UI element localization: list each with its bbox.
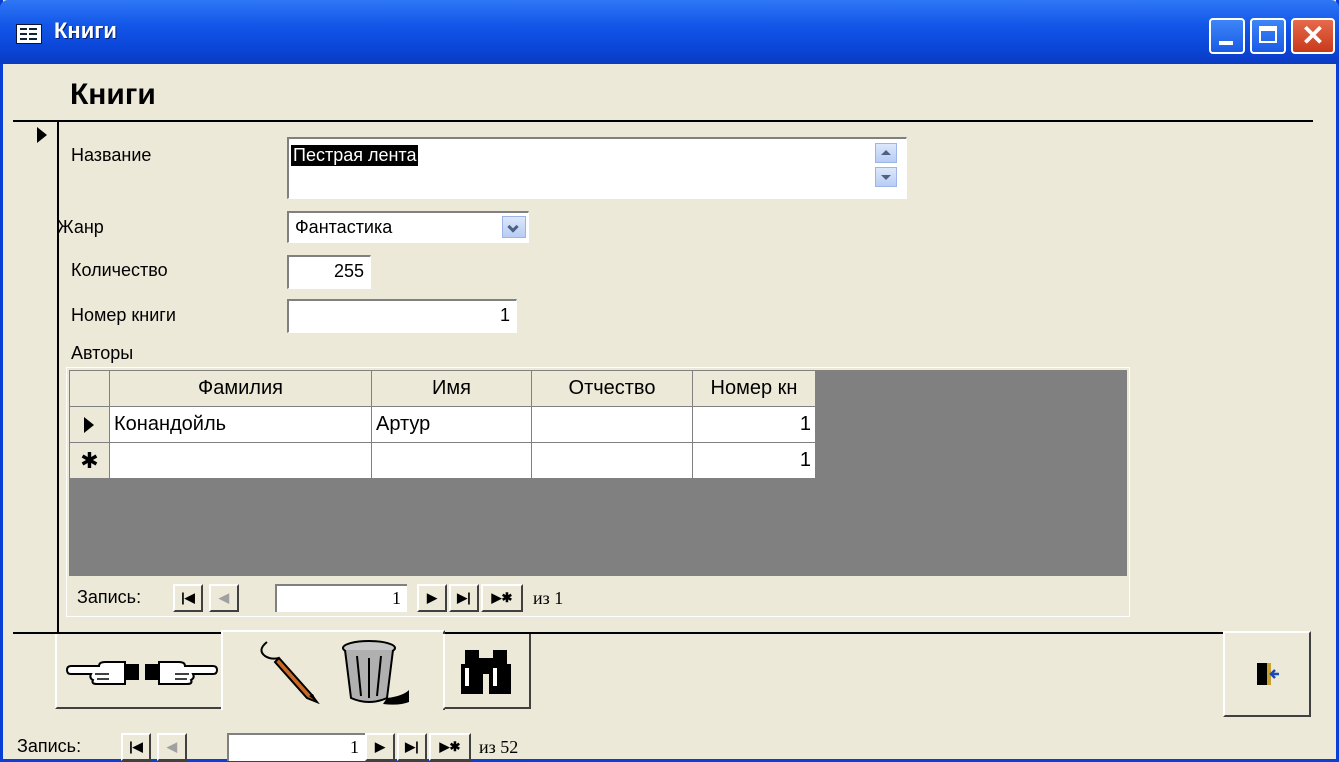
first-name-cell[interactable]: Артур xyxy=(371,406,532,443)
current-row-arrow-icon xyxy=(84,416,94,433)
next-record-button[interactable]: ▶ xyxy=(365,733,395,761)
next-record-button[interactable]: ▶ xyxy=(417,584,447,612)
new-record-button[interactable]: ▶✱ xyxy=(481,584,523,612)
quantity-value: 255 xyxy=(333,261,364,281)
genre-label: Жанр xyxy=(57,217,104,237)
prev-record-button[interactable]: ◀ xyxy=(157,733,187,761)
record-nav-label: Запись: xyxy=(77,587,142,607)
exit-button[interactable] xyxy=(1223,631,1311,717)
tab-navigation[interactable] xyxy=(55,634,223,709)
tab-edit[interactable] xyxy=(221,630,445,710)
patronymic-cell[interactable] xyxy=(531,442,693,479)
scroll-down-button[interactable] xyxy=(875,167,897,187)
quantity-label: Количество xyxy=(71,260,168,280)
close-button[interactable]: ✕ xyxy=(1291,18,1335,54)
new-record-row: ✱ 1 xyxy=(69,442,816,479)
column-header[interactable]: Фамилия xyxy=(109,370,372,407)
book-no-cell[interactable]: 1 xyxy=(692,442,816,479)
corner-cell[interactable] xyxy=(69,370,110,407)
name-label: Название xyxy=(71,145,152,165)
name-field[interactable]: Пестрая лента xyxy=(287,137,907,199)
close-icon: ✕ xyxy=(1301,20,1325,51)
first-record-button[interactable]: |◀ xyxy=(173,584,203,612)
pointing-hand-right-icon[interactable] xyxy=(143,654,219,690)
form-header: Книги xyxy=(70,78,156,111)
prev-record-button[interactable]: ◀ xyxy=(209,584,239,612)
window-title: Книги xyxy=(54,18,117,43)
pointing-hand-left-icon[interactable] xyxy=(65,654,141,690)
surname-cell[interactable]: Конандойль xyxy=(109,406,372,443)
book-no-cell[interactable]: 1 xyxy=(692,406,816,443)
minimize-icon xyxy=(1219,41,1233,45)
chevron-down-icon[interactable] xyxy=(502,216,526,238)
tab-search[interactable] xyxy=(443,634,531,709)
authors-label: Авторы xyxy=(71,343,134,363)
trash-can-icon[interactable] xyxy=(339,638,411,706)
subform-record-navigator: Запись: |◀ ◀ 1 ▶ ▶| ▶✱ из 1 xyxy=(77,584,677,612)
maximize-button[interactable] xyxy=(1250,18,1286,54)
record-nav-label: Запись: xyxy=(17,736,82,756)
minimize-button[interactable] xyxy=(1209,18,1245,54)
genre-value: Фантастика xyxy=(295,217,393,237)
new-record-button[interactable]: ▶✱ xyxy=(429,733,471,761)
column-header[interactable]: Отчество xyxy=(531,370,693,407)
new-record-icon: ✱ xyxy=(80,447,99,473)
column-header[interactable]: Номер кн xyxy=(692,370,816,407)
record-count: из 1 xyxy=(533,588,564,608)
form-icon xyxy=(16,24,42,44)
maximize-icon xyxy=(1259,26,1277,43)
book-number-field[interactable]: 1 xyxy=(287,299,517,333)
quantity-field[interactable]: 255 xyxy=(287,255,371,289)
row-selector[interactable]: ✱ xyxy=(69,442,110,479)
current-record-input[interactable]: 1 xyxy=(275,584,407,612)
binoculars-icon[interactable] xyxy=(459,644,515,700)
row-selector[interactable] xyxy=(69,406,110,443)
patronymic-cell[interactable] xyxy=(531,406,693,443)
surname-cell[interactable] xyxy=(109,442,372,479)
last-record-button[interactable]: ▶| xyxy=(449,584,479,612)
current-record-input[interactable]: 1 xyxy=(227,733,365,761)
book-number-value: 1 xyxy=(499,305,510,325)
authors-table: Фамилия Имя Отчество Номер кн Конандойль… xyxy=(69,370,816,479)
form-window: Книги ✕ Книги Название Пестрая лента Жан… xyxy=(0,0,1339,762)
table-header-row: Фамилия Имя Отчество Номер кн xyxy=(69,370,816,407)
authors-datasheet: Фамилия Имя Отчество Номер кн Конандойль… xyxy=(69,370,1127,576)
scroll-up-button[interactable] xyxy=(875,143,897,163)
first-name-cell[interactable] xyxy=(371,442,532,479)
record-selector-bar[interactable] xyxy=(13,120,59,635)
authors-subform: Фамилия Имя Отчество Номер кн Конандойль… xyxy=(66,367,1130,617)
table-row: Конандойль Артур 1 xyxy=(69,406,816,443)
pen-icon[interactable] xyxy=(253,640,323,704)
header-divider xyxy=(13,120,1313,122)
exit-door-icon xyxy=(1257,663,1279,685)
last-record-button[interactable]: ▶| xyxy=(397,733,427,761)
genre-combobox[interactable]: Фантастика xyxy=(287,211,529,243)
current-record-arrow-icon xyxy=(37,127,47,143)
first-record-button[interactable]: |◀ xyxy=(121,733,151,761)
book-number-label: Номер книги xyxy=(71,305,176,325)
record-count: из 52 xyxy=(479,737,519,757)
main-record-navigator: Запись: |◀ ◀ 1 ▶ ▶| ▶✱ из 52 xyxy=(17,733,617,761)
column-header[interactable]: Имя xyxy=(371,370,532,407)
name-value: Пестрая лента xyxy=(291,145,419,166)
title-bar[interactable]: Книги ✕ xyxy=(0,0,1339,64)
